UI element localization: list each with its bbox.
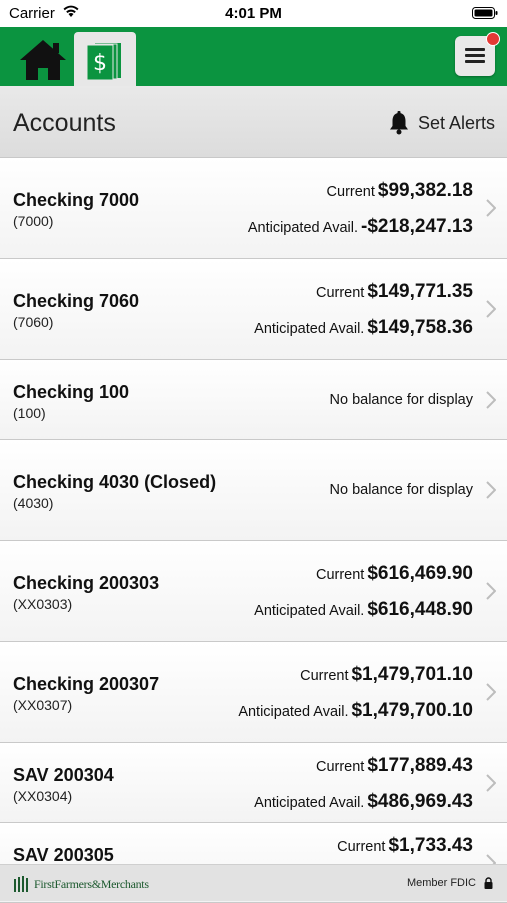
anticipated-balance: Anticipated Avail. $149,758.36 [254,317,473,338]
account-name: SAV 200305 [13,845,114,865]
set-alerts-button[interactable]: Set Alerts [388,110,495,136]
account-number: (4030) [13,495,54,511]
chevron-right-icon [486,391,496,409]
menu-button[interactable] [455,32,500,76]
chevron-right-icon [486,774,496,792]
account-number: (7000) [13,213,54,229]
account-name: Checking 4030 (Closed) [13,472,217,492]
account-name: Checking 7060 [13,291,140,311]
account-number: (7060) [13,314,54,330]
no-balance-text: No balance for display [329,392,473,408]
account-row[interactable]: Checking 7060 (7060) Current $149,771.35 … [0,259,507,360]
current-balance: Current $1,733.43 [337,835,473,856]
chevron-right-icon [486,582,496,600]
current-balance: Current $177,889.43 [315,755,473,776]
chevron-right-icon [486,199,496,217]
bank-logo-text: FirstFarmers&Merchants [34,877,149,891]
dollar-bill-icon: $ [87,43,121,80]
account-number: (XX0307) [13,697,73,713]
lock-icon [484,877,493,889]
account-row[interactable]: Checking 100 (100) No balance for displa… [0,360,507,440]
tab-accounts[interactable]: $ [74,32,136,86]
bank-logo: FirstFarmers&Merchants [13,874,149,892]
page-header: Accounts Set Alerts [0,86,507,158]
member-fdic-label: Member FDIC [406,877,476,889]
anticipated-balance: Anticipated Avail. -$218,247.13 [247,216,473,237]
battery-icon [472,7,498,19]
page-title: Accounts [13,109,116,137]
account-name: Checking 7000 [13,190,140,210]
set-alerts-label: Set Alerts [417,112,495,133]
home-icon[interactable] [18,38,68,82]
anticipated-balance: Anticipated Avail. $616,448.90 [254,599,473,620]
chevron-right-icon [486,300,496,318]
hamburger-menu-icon [465,48,485,51]
current-balance: Current $149,771.35 [315,281,473,302]
current-balance: Current $1,479,701.10 [300,664,473,685]
svg-text:$: $ [93,51,107,76]
account-row[interactable]: Checking 200307 (XX0307) Current $1,479,7… [0,642,507,743]
account-number: (100) [13,405,46,421]
account-number: (XX0303) [13,596,73,612]
account-row[interactable]: Checking 200303 (XX0303) Current $616,469… [0,541,507,642]
accounts-list: Checking 7000 (7000) Current $99,382.18 A… [0,158,507,903]
clock: 4:01 PM [225,5,282,22]
account-name: Checking 200307 [13,674,160,694]
no-balance-text: No balance for display [329,482,473,498]
top-nav-bar: $ [0,27,507,86]
account-row[interactable]: Checking 7000 (7000) Current $99,382.18 A… [0,158,507,259]
chevron-right-icon [486,481,496,499]
account-number: (XX0304) [13,788,73,804]
account-row[interactable]: Checking 4030 (Closed) (4030) No balance… [0,440,507,541]
anticipated-balance: Anticipated Avail. $1,479,700.10 [238,700,473,721]
account-name: SAV 200304 [13,765,114,785]
account-row[interactable]: SAV 200304 (XX0304) Current $177,889.43 A… [0,743,507,823]
current-balance: Current $99,382.18 [326,180,473,201]
anticipated-balance: Anticipated Avail. $486,969.43 [254,791,473,812]
bank-logo-mark [14,876,28,892]
account-name: Checking 100 [13,382,130,402]
chevron-right-icon [486,683,496,701]
status-bar: Carrier 4:01 PM [0,0,507,27]
footer-bar: FirstFarmers&Merchants Member FDIC [0,864,507,901]
bell-icon [389,111,408,135]
current-balance: Current $616,469.90 [315,563,473,584]
account-name: Checking 200303 [13,573,160,593]
notification-badge [486,32,500,46]
